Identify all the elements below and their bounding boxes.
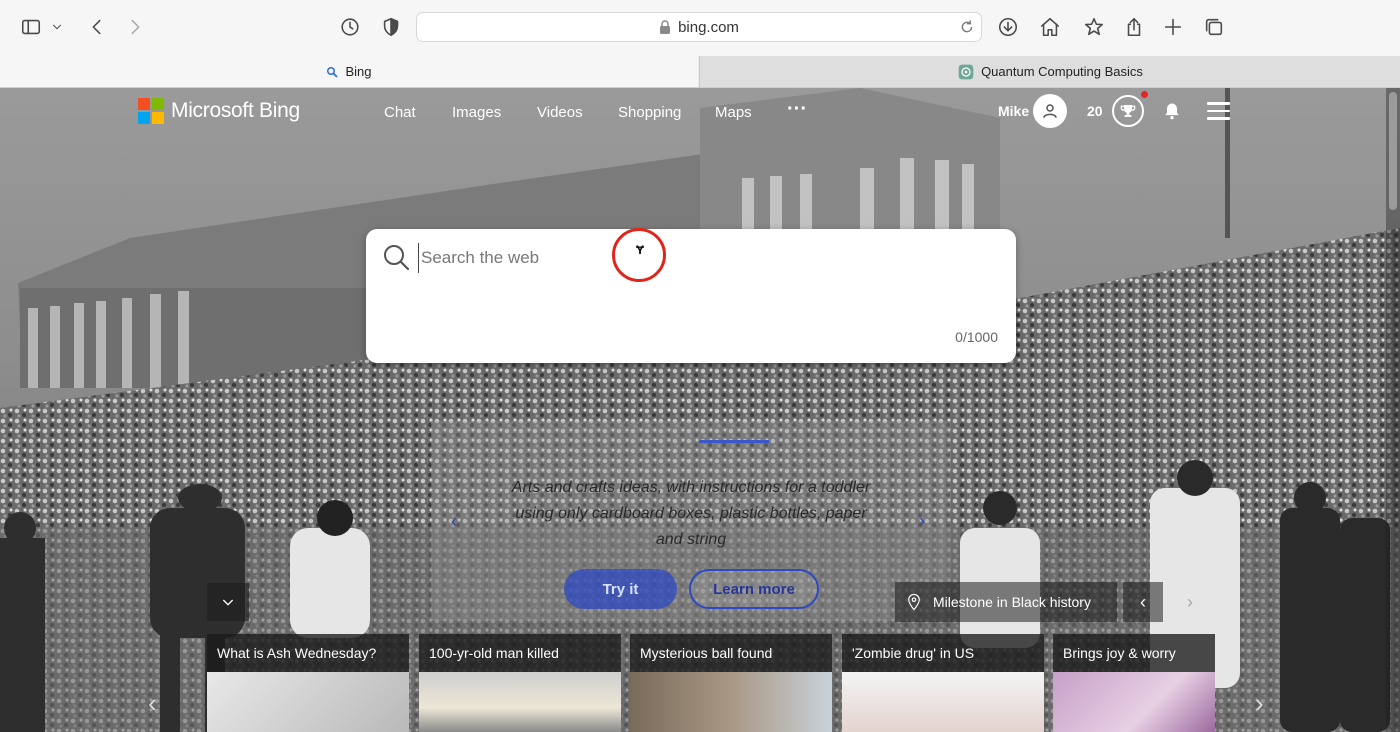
user-icon <box>1043 104 1057 118</box>
rewards-points[interactable]: 20 <box>1087 103 1103 119</box>
news-thumbnail <box>842 672 1044 732</box>
address-bar[interactable]: bing.com <box>416 12 982 42</box>
character-counter: 0/1000 <box>955 329 998 345</box>
microsoft-logo-icon <box>138 98 164 124</box>
news-thumbnail <box>1053 672 1215 732</box>
news-card-title: 100-yr-old man killed <box>419 634 621 672</box>
news-next-icon[interactable]: › <box>1255 688 1264 719</box>
url-text: bing.com <box>678 18 739 36</box>
lock-icon <box>660 20 671 34</box>
sidebar-toggle-icon[interactable] <box>18 14 44 40</box>
bing-header: Microsoft Bing Chat Images Videos Shoppi… <box>0 88 1386 138</box>
promo-next-icon[interactable]: › <box>919 511 925 532</box>
nav-images[interactable]: Images <box>452 104 501 121</box>
notification-dot <box>1141 91 1148 98</box>
news-thumbnail <box>207 672 409 732</box>
tab-quantum-computing[interactable]: Quantum Computing Basics <box>699 56 1400 87</box>
text-cursor-icon: Ɏ <box>636 243 645 257</box>
next-image-button[interactable]: › <box>1170 582 1210 622</box>
nav-videos[interactable]: Videos <box>537 104 583 121</box>
nav-shopping[interactable]: Shopping <box>618 104 681 121</box>
tab-label: Quantum Computing Basics <box>981 64 1143 79</box>
chevron-down-icon[interactable] <box>48 14 66 40</box>
collapse-feed-button[interactable] <box>207 583 249 621</box>
tab-label: Bing <box>345 64 372 79</box>
history-icon[interactable] <box>337 14 363 40</box>
news-card-title: 'Zombie drug' in US <box>842 634 1044 672</box>
try-it-button[interactable]: Try it <box>564 569 677 609</box>
shield-icon[interactable] <box>378 14 404 40</box>
search-icon <box>327 66 338 77</box>
news-card[interactable]: Mysterious ball found <box>630 634 832 732</box>
avatar[interactable] <box>1033 94 1067 128</box>
reload-icon[interactable] <box>959 19 975 35</box>
news-prev-icon[interactable]: ‹ <box>148 688 157 719</box>
new-tab-icon[interactable] <box>1160 14 1186 40</box>
tab-bing[interactable]: Bing <box>0 56 698 87</box>
chevron-down-icon <box>222 599 234 606</box>
search-box: 0/1000 <box>366 229 1016 363</box>
news-card-title: Mysterious ball found <box>630 634 832 672</box>
bell-icon[interactable] <box>1162 101 1182 126</box>
news-card[interactable]: What is Ash Wednesday? <box>207 634 409 732</box>
share-icon[interactable] <box>1121 14 1147 40</box>
news-thumbnail <box>630 672 832 732</box>
carousel-indicator <box>699 440 769 443</box>
nav-maps[interactable]: Maps <box>715 104 752 121</box>
image-info-button[interactable]: Milestone in Black history <box>895 582 1117 622</box>
home-icon[interactable] <box>1037 14 1063 40</box>
news-card[interactable]: 'Zombie drug' in US <box>842 634 1044 732</box>
search-icon <box>384 245 410 271</box>
promo-prev-icon[interactable]: ‹ <box>451 511 457 532</box>
milestone-label: Milestone in Black history <box>933 594 1091 610</box>
tab-bar: Bing Quantum Computing Basics <box>0 56 1400 88</box>
news-card[interactable]: 100-yr-old man killed <box>419 634 621 732</box>
user-name[interactable]: Mike <box>998 103 1029 119</box>
hamburger-menu-icon[interactable] <box>1207 102 1230 125</box>
download-icon[interactable] <box>995 14 1021 40</box>
bing-homepage: Microsoft Bing Chat Images Videos Shoppi… <box>0 88 1400 732</box>
star-icon[interactable] <box>1081 14 1107 40</box>
previous-image-button[interactable]: ‹ <box>1123 582 1163 622</box>
forward-icon[interactable] <box>122 14 148 40</box>
location-pin-icon <box>908 593 920 611</box>
back-icon[interactable] <box>84 14 110 40</box>
copilot-promo-panel: ‹ Arts and crafts ideas, with instructio… <box>431 421 951 621</box>
search-input[interactable] <box>418 243 983 273</box>
logo-text: Microsoft Bing <box>171 99 300 122</box>
page-scrollbar[interactable] <box>1386 88 1400 732</box>
learn-more-button[interactable]: Learn more <box>689 569 819 609</box>
tab-overview-icon[interactable] <box>1201 14 1227 40</box>
news-card-title: Brings joy & worry <box>1053 634 1215 672</box>
rewards-trophy-icon[interactable] <box>1112 95 1144 127</box>
browser-toolbar: bing.com <box>0 0 1400 56</box>
more-menu-icon[interactable]: ··· <box>787 98 807 121</box>
nav-chat[interactable]: Chat <box>384 104 416 121</box>
news-thumbnail <box>419 672 621 732</box>
news-card-title: What is Ash Wednesday? <box>207 634 409 672</box>
news-card[interactable]: Brings joy & worry <box>1053 634 1215 732</box>
chatgpt-icon <box>958 64 974 79</box>
promo-prompt-text: Arts and crafts ideas, with instructions… <box>511 479 871 548</box>
scrollbar-thumb[interactable] <box>1389 92 1397 210</box>
microsoft-bing-logo[interactable]: Microsoft Bing <box>138 98 300 124</box>
